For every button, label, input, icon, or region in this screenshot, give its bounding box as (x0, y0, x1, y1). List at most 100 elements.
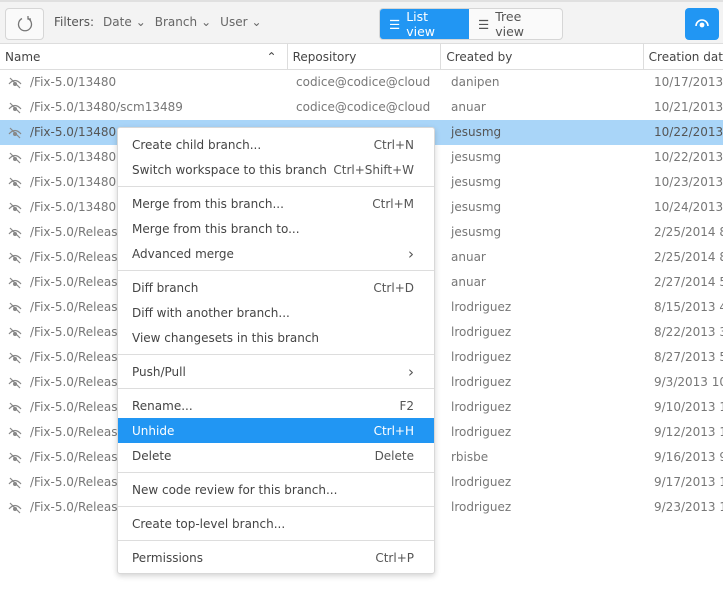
hidden-eye-icon (8, 401, 22, 415)
hidden-eye-icon (8, 376, 22, 390)
column-created-by[interactable]: Created by (441, 44, 644, 70)
branch-name: /Fix-5.0/Releas (30, 400, 118, 414)
sort-ascending-icon: ⌃ (266, 50, 277, 64)
menu-item-label: Diff with another branch... (132, 305, 290, 320)
hidden-eye-icon (8, 326, 22, 340)
hidden-eye-icon (8, 76, 22, 90)
menu-item-diff-branch[interactable]: Diff branch Ctrl+D (118, 275, 434, 300)
menu-item-switch-workspace-to-this-branch[interactable]: Switch workspace to this branch Ctrl+Shif… (118, 157, 434, 182)
menu-item-push-pull[interactable]: Push/Pull › (118, 359, 434, 384)
hidden-eye-icon (8, 151, 22, 165)
filters: Filters: Date ⌄ Branch ⌄ User ⌄ (54, 15, 262, 29)
menu-separator (118, 506, 434, 507)
filter-user-label: User (220, 15, 248, 29)
menu-item-unhide[interactable]: Unhide Ctrl+H (118, 418, 434, 443)
branch-name: /Fix-5.0/13480 (30, 150, 117, 164)
creation-date-cell: 9/23/2013 1 (654, 500, 723, 514)
menu-item-label: Merge from this branch... (132, 196, 284, 211)
created-by-cell: anuar (451, 250, 486, 264)
table-row[interactable]: /Fix-5.0/13480 codice@codice@cloud danip… (0, 70, 723, 95)
menu-item-label: Advanced merge (132, 246, 234, 261)
menu-item-permissions[interactable]: Permissions Ctrl+P (118, 545, 434, 570)
hidden-eye-icon (8, 426, 22, 440)
column-repository-label: Repository (292, 50, 357, 64)
filter-branch[interactable]: Branch ⌄ (155, 15, 211, 29)
column-creation-date[interactable]: Creation dat (644, 44, 723, 70)
shortcut: Ctrl+P (375, 550, 414, 565)
branch-name: /Fix-5.0/Releas (30, 275, 118, 289)
shortcut: Ctrl+H (373, 423, 414, 438)
filter-date[interactable]: Date ⌄ (103, 15, 146, 29)
created-by-cell: jesusmg (451, 125, 502, 139)
chevron-down-icon: ⌄ (135, 15, 146, 29)
creation-date-cell: 10/22/2013 (654, 125, 723, 139)
created-by-cell: lrodriguez (451, 300, 512, 314)
menu-item-label: Diff branch (132, 280, 199, 295)
refresh-icon (17, 16, 32, 32)
creation-date-cell: 10/17/2013 2 (654, 75, 723, 89)
menu-separator (118, 540, 434, 541)
chevron-right-icon: › (408, 362, 414, 381)
menu-item-label: Push/Pull (132, 364, 186, 379)
tree-view-button[interactable]: ☰ Tree view (469, 9, 562, 39)
menu-item-label: Delete (132, 448, 172, 463)
hidden-eye-icon (8, 126, 22, 140)
hidden-eye-icon (8, 276, 22, 290)
creation-date-cell: 8/22/2013 3 (654, 325, 723, 339)
column-repository[interactable]: Repository (288, 44, 442, 70)
branch-name: /Fix-5.0/Releas (30, 300, 118, 314)
created-by-cell: danipen (451, 75, 500, 89)
column-name[interactable]: Name ⌃ (0, 44, 288, 70)
menu-item-create-child-branch[interactable]: Create child branch... Ctrl+N (118, 132, 434, 157)
hidden-eye-icon (8, 101, 22, 115)
view-toggle: ☰ List view ☰ Tree view (379, 8, 563, 40)
hidden-eye-icon (8, 251, 22, 265)
menu-item-advanced-merge[interactable]: Advanced merge › (118, 241, 434, 266)
created-by-cell: lrodriguez (451, 375, 512, 389)
created-by-cell: lrodriguez (451, 475, 512, 489)
list-view-button[interactable]: ☰ List view (380, 9, 470, 39)
menu-item-new-code-review-for-this-branch[interactable]: New code review for this branch... (118, 477, 434, 502)
branch-name: /Fix-5.0/Releas (30, 350, 118, 364)
creation-date-cell: 8/27/2013 5 (654, 350, 723, 364)
created-by-cell: rbisbe (451, 450, 489, 464)
list-icon: ☰ (389, 16, 401, 32)
refresh-button[interactable] (5, 8, 44, 40)
filter-user[interactable]: User ⌄ (220, 15, 261, 29)
menu-item-merge-from-this-branch-to[interactable]: Merge from this branch to... (118, 216, 434, 241)
show-hidden-button[interactable] (685, 8, 719, 40)
menu-item-merge-from-this-branch[interactable]: Merge from this branch... Ctrl+M (118, 191, 434, 216)
hidden-eye-icon (8, 201, 22, 215)
hidden-eye-icon (8, 451, 22, 465)
table-header: Name ⌃ Repository Created by Creation dat (0, 44, 723, 70)
menu-item-label: Permissions (132, 550, 203, 565)
menu-item-rename[interactable]: Rename... F2 (118, 393, 434, 418)
hidden-eye-icon (8, 301, 22, 315)
menu-item-delete[interactable]: Delete Delete (118, 443, 434, 468)
created-by-cell: jesusmg (451, 175, 502, 189)
menu-item-view-changesets-in-this-branch[interactable]: View changesets in this branch (118, 325, 434, 350)
menu-item-create-top-level-branch[interactable]: Create top-level branch... (118, 511, 434, 536)
tree-view-label: Tree view (495, 9, 525, 39)
branch-name: /Fix-5.0/13480/scm13489 (30, 100, 183, 114)
branch-name: /Fix-5.0/Releas (30, 425, 118, 439)
menu-item-label: Rename... (132, 398, 193, 413)
table-row[interactable]: /Fix-5.0/13480/scm13489 codice@codice@cl… (0, 95, 723, 120)
created-by-cell: jesusmg (451, 225, 502, 239)
created-by-cell: lrodriguez (451, 325, 512, 339)
filters-label: Filters: (54, 15, 95, 29)
name-cell: /Fix-5.0/13480 (0, 70, 290, 95)
branch-name: /Fix-5.0/Releas (30, 225, 118, 239)
creation-date-cell: 8/15/2013 4 (654, 300, 723, 314)
shortcut: F2 (399, 398, 414, 413)
creation-date-cell: 2/25/2014 8 (654, 225, 723, 239)
creation-date-cell: 10/22/2013 (654, 150, 723, 164)
hidden-eye-icon (8, 476, 22, 490)
filter-date-label: Date (103, 15, 132, 29)
menu-separator (118, 472, 434, 473)
creation-date-cell: 2/25/2014 8 (654, 250, 723, 264)
filter-branch-label: Branch (154, 15, 198, 29)
hidden-eye-icon (8, 226, 22, 240)
column-name-label: Name (5, 50, 41, 64)
menu-item-diff-with-another-branch[interactable]: Diff with another branch... (118, 300, 434, 325)
